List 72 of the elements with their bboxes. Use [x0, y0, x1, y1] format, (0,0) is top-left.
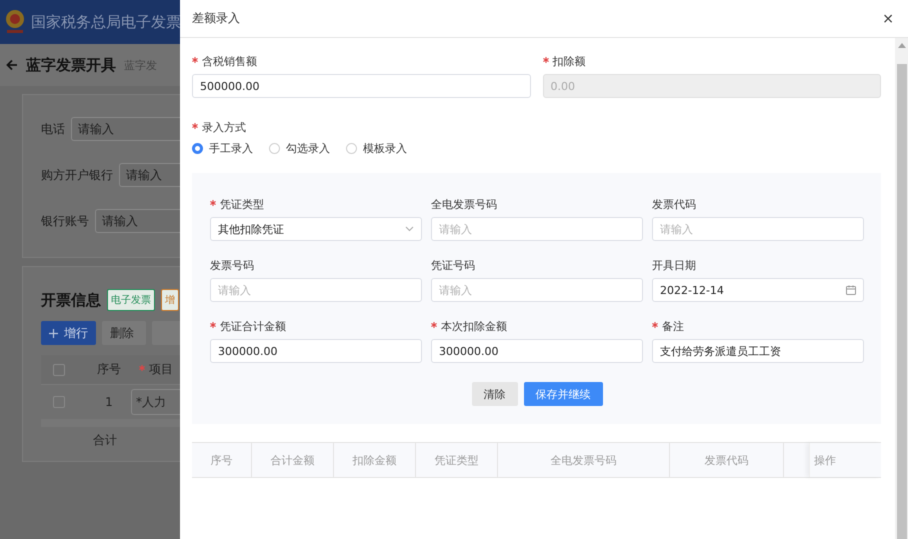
input-field[interactable]: 请输入	[95, 209, 180, 233]
field-label: 凭证号码	[431, 258, 476, 273]
plus-icon	[49, 328, 58, 338]
field-label: 电话	[41, 120, 65, 138]
add-row-button[interactable]: 增行	[41, 321, 96, 345]
column-header: 项目	[131, 361, 180, 378]
input-field[interactable]: 请输入	[431, 217, 643, 241]
input-field[interactable]: 支付给劳务派遣员工工资	[652, 339, 864, 363]
back-arrow-icon	[6, 59, 18, 71]
table-cell-text: 1	[104, 395, 114, 409]
input-field[interactable]: 300000.00	[431, 339, 643, 363]
radio-button[interactable]	[269, 143, 280, 154]
toolbar-button[interactable]: 删除	[102, 321, 146, 345]
field-label: 凭证类型	[210, 197, 422, 212]
field-label: 购方开户银行	[41, 166, 113, 184]
required-asterisk-icon	[431, 322, 437, 328]
select-field[interactable]: 其他扣除凭证	[210, 217, 422, 241]
required-asterisk-icon	[542, 57, 548, 63]
drawer-title: 差额录入	[192, 10, 240, 27]
field-label: 发票代码	[652, 197, 697, 212]
checkbox[interactable]	[53, 364, 65, 376]
radio-label: 模板录入	[363, 141, 407, 156]
date-field[interactable]: 2022-12-14	[652, 278, 864, 302]
column-header: 操作	[809, 443, 881, 477]
column-header: 扣除金额	[334, 443, 416, 477]
input-field[interactable]: 300000.00	[210, 339, 422, 363]
field-label: 凭证合计金额	[210, 319, 422, 334]
field-label: 备注	[652, 319, 864, 334]
chevron-down-icon	[405, 226, 414, 232]
input-field[interactable]: 请输入	[210, 278, 422, 302]
column-header: 合计金额	[252, 443, 334, 477]
total-label: 合计	[92, 432, 118, 448]
input-field[interactable]: 请输入	[652, 217, 864, 241]
calendar-icon	[846, 285, 856, 295]
page-title: 蓝字发票开具	[26, 56, 116, 74]
column-header: 序号	[192, 443, 252, 477]
column-header: 序号	[96, 361, 122, 378]
field-label: 发票号码	[210, 258, 255, 273]
required-asterisk-icon	[210, 200, 216, 206]
radio-label: 勾选录入	[286, 141, 330, 156]
input-field[interactable]: 500000.00	[192, 74, 530, 98]
required-asterisk-icon	[652, 322, 658, 328]
required-asterisk-icon	[139, 365, 145, 371]
radio-button[interactable]	[192, 143, 203, 154]
invoice-tag: 增	[161, 289, 179, 311]
clear-button[interactable]: 清除	[472, 382, 518, 406]
save-continue-button[interactable]: 保存并继续	[524, 382, 602, 406]
radio-button[interactable]	[346, 143, 357, 154]
field-label: 银行账号	[41, 212, 89, 230]
column-header: 全电发票号码	[498, 443, 670, 477]
radio-label: 手工录入	[209, 141, 253, 156]
required-asterisk-icon	[210, 322, 216, 328]
field-label: 本次扣除金额	[431, 319, 643, 334]
input-field[interactable]: 请输入	[119, 163, 180, 187]
input-field[interactable]: 请输入	[431, 278, 643, 302]
field-label: 录入方式	[192, 120, 881, 135]
input-field[interactable]: 请输入	[71, 117, 180, 141]
field-label: 全电发票号码	[431, 197, 498, 212]
section-title: 开票信息	[41, 290, 101, 310]
scrollbar[interactable]	[895, 38, 908, 539]
required-asterisk-icon	[192, 123, 198, 129]
column-header: 凭证类型	[416, 443, 498, 477]
invoice-tag: 电子发票	[107, 289, 155, 311]
scroll-up-icon[interactable]	[898, 42, 906, 48]
field-label: 含税销售额	[192, 54, 530, 69]
checkbox[interactable]	[53, 396, 65, 408]
close-button[interactable]: ×	[882, 10, 894, 26]
column-header: 发票代码	[670, 443, 784, 477]
field-label: 开具日期	[652, 258, 697, 273]
required-asterisk-icon	[192, 57, 198, 63]
field-label: 扣除额	[542, 54, 881, 69]
emblem-icon	[4, 8, 26, 36]
